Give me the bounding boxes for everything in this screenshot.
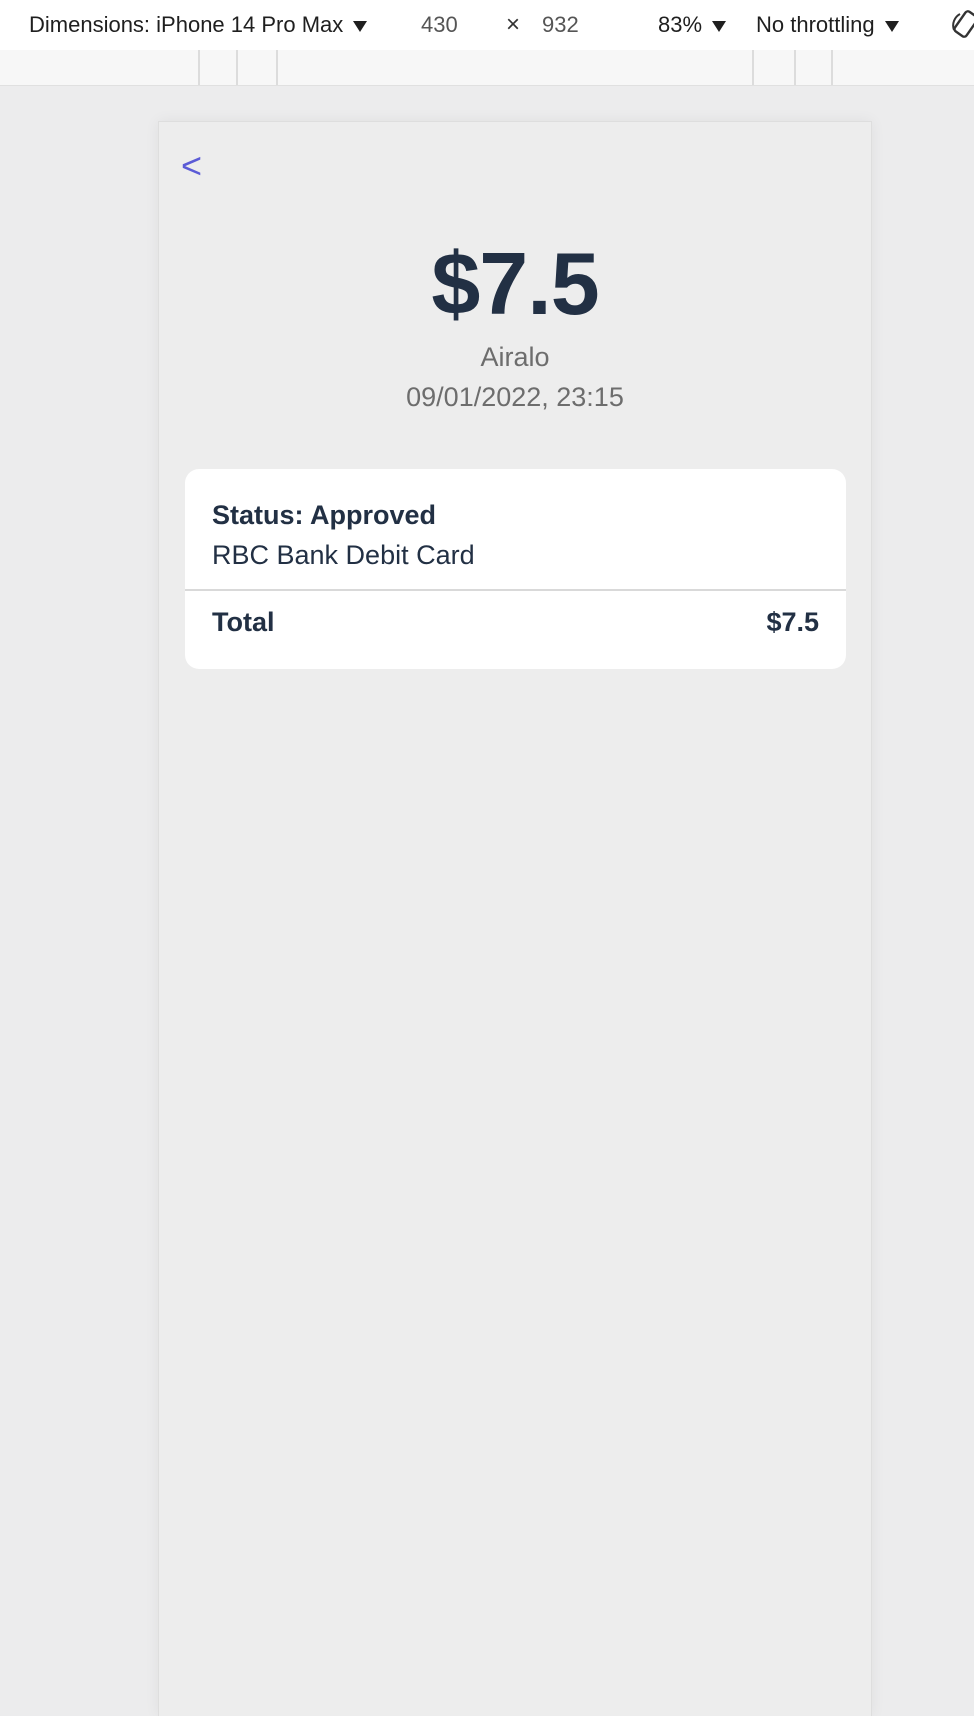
divider — [185, 589, 846, 591]
payment-method: RBC Bank Debit Card — [212, 540, 475, 570]
ruler-tick — [236, 50, 238, 85]
transaction-datetime: 09/01/2022, 23:15 — [406, 382, 624, 412]
media-query-ruler — [0, 50, 974, 86]
device-dimensions-label: Dimensions: iPhone 14 Pro Max — [29, 12, 344, 37]
zoom-dropdown[interactable]: 83% — [658, 12, 727, 38]
rotate-device-icon[interactable] — [950, 8, 974, 42]
throttling-dropdown[interactable]: No throttling — [756, 12, 899, 38]
ruler-tick — [831, 50, 833, 85]
total-value: $7.5 — [766, 607, 819, 637]
ruler-tick — [752, 50, 754, 85]
throttling-label: No throttling — [756, 12, 875, 37]
device-height-input[interactable]: 932 — [542, 12, 579, 38]
device-dimensions-dropdown[interactable]: Dimensions: iPhone 14 Pro Max — [29, 12, 368, 38]
devtools-device-toolbar: Dimensions: iPhone 14 Pro Max 430 × 932 … — [0, 0, 974, 51]
total-label: Total — [212, 607, 275, 637]
ruler-tick — [794, 50, 796, 85]
status-label: Status: Approved — [212, 500, 437, 530]
ruler-tick — [276, 50, 278, 85]
transaction-details-card: Status: Approved RBC Bank Debit Card Tot… — [185, 469, 846, 669]
zoom-label: 83% — [658, 12, 703, 37]
dimension-separator: × — [506, 11, 521, 38]
device-viewport: < $7.5 Airalo 09/01/2022, 23:15 Status: … — [158, 121, 872, 1716]
ruler-tick — [198, 50, 200, 85]
chevron-down-icon — [712, 20, 727, 32]
chevron-down-icon — [884, 20, 899, 32]
transaction-amount: $7.5 — [431, 234, 599, 333]
device-width-input[interactable]: 430 — [421, 12, 458, 38]
chevron-down-icon — [353, 20, 368, 32]
merchant-name: Airalo — [480, 342, 550, 372]
back-button[interactable]: < — [181, 148, 202, 184]
